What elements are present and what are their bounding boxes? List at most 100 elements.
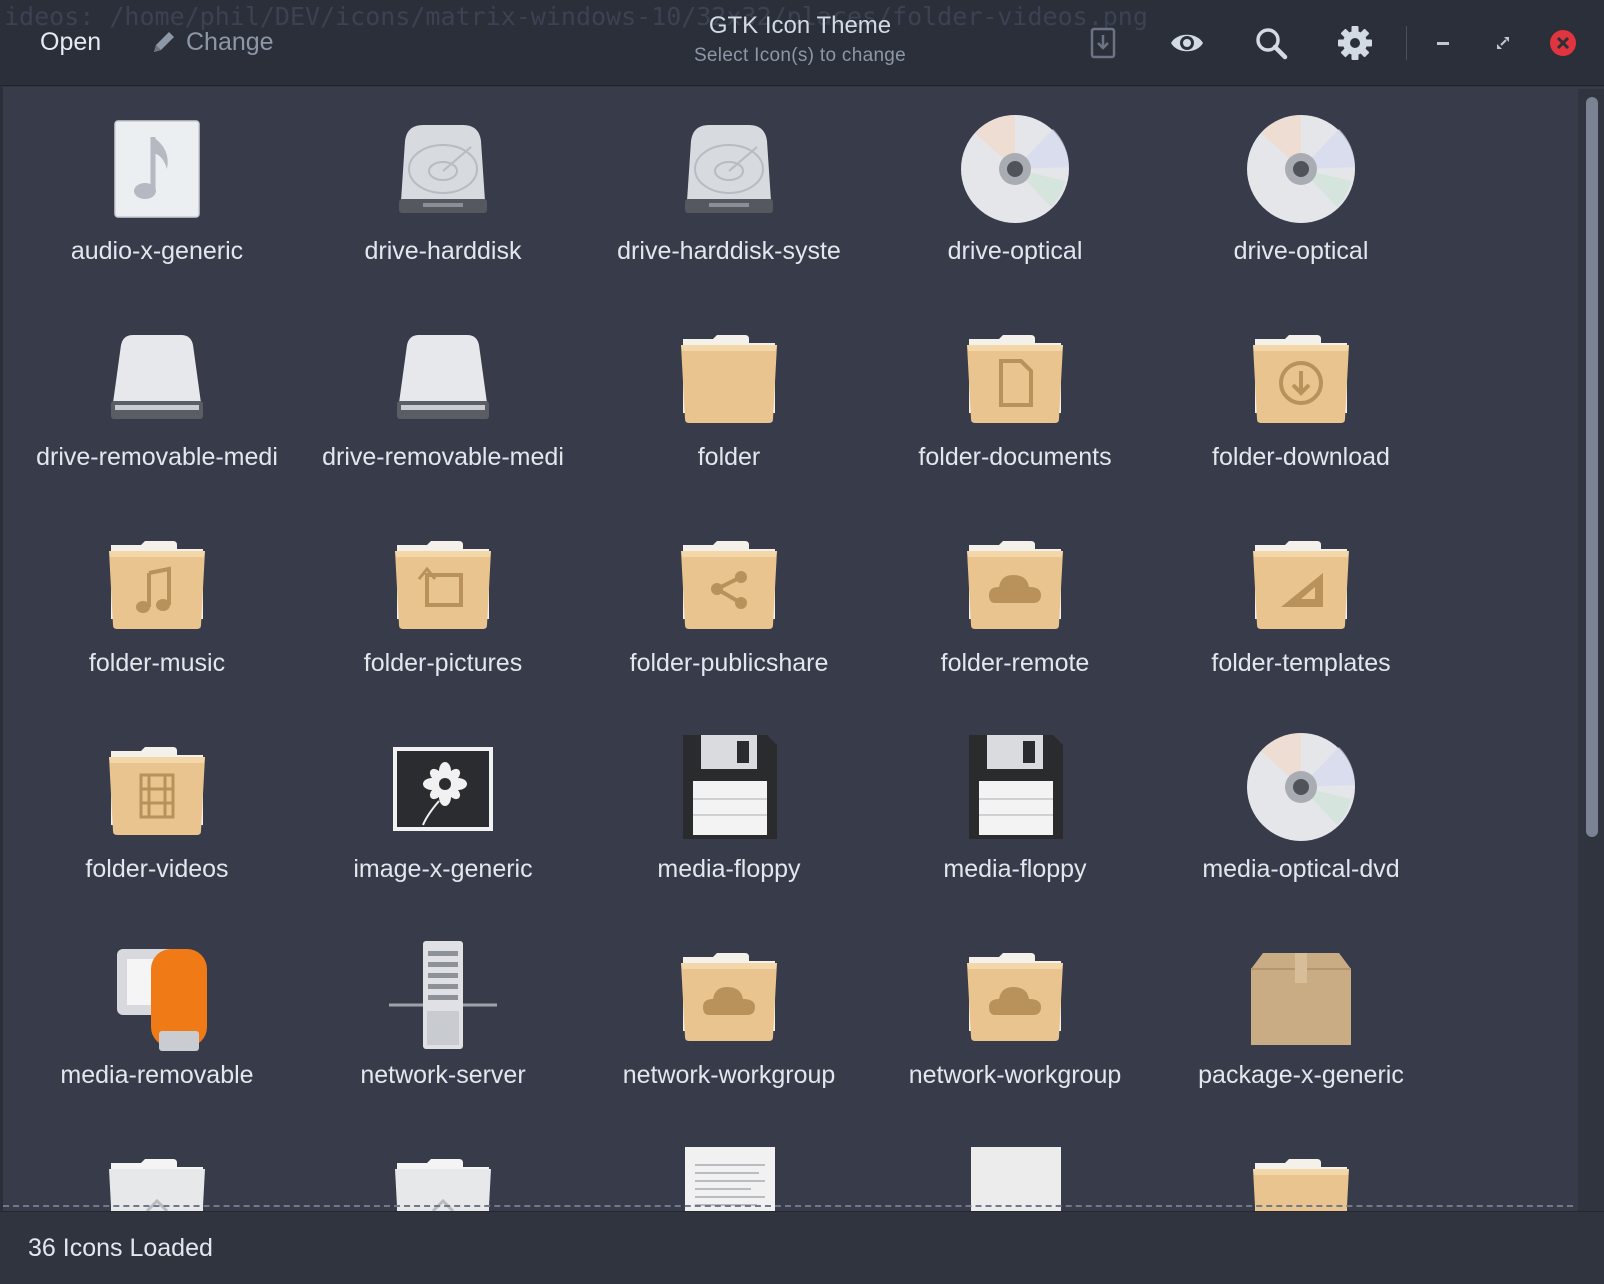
icon-tile[interactable]: drive-harddisk-syste xyxy=(583,111,875,317)
icon-tile[interactable]: folder-music xyxy=(11,523,303,729)
icon-label: folder-templates xyxy=(1211,649,1391,677)
icon-label: folder-videos xyxy=(85,855,229,883)
window-title-box: GTK Icon Theme Select Icon(s) to change xyxy=(600,12,1000,67)
icon-tile[interactable]: media-removable xyxy=(11,935,303,1141)
status-bar: 36 Icons Loaded xyxy=(0,1211,1604,1284)
icon-tile[interactable] xyxy=(297,1141,589,1211)
icon-tile[interactable]: folder-documents xyxy=(869,317,1161,523)
icon-label: drive-optical xyxy=(1233,237,1369,265)
icon-label: media-optical-dvd xyxy=(1202,855,1400,883)
icon-label: folder-remote xyxy=(940,649,1090,677)
pencil-icon xyxy=(154,32,174,52)
icon-label: folder-download xyxy=(1212,443,1390,471)
icon-tile[interactable]: drive-optical xyxy=(869,111,1161,317)
folder-icon xyxy=(669,317,789,437)
icon-tile[interactable]: media-floppy xyxy=(869,729,1161,935)
icon-tile[interactable]: drive-removable-medi xyxy=(297,317,589,523)
floppy-icon xyxy=(955,729,1075,849)
server-icon xyxy=(383,935,503,1055)
icon-tile[interactable]: folder-videos xyxy=(11,729,303,935)
icon-tile[interactable] xyxy=(11,1141,303,1211)
optical-icon xyxy=(1241,729,1361,849)
icon-tile[interactable] xyxy=(1155,1141,1447,1211)
text-doc-icon xyxy=(669,1141,789,1211)
toolbar-separator xyxy=(1406,26,1407,60)
change-label: Change xyxy=(186,27,274,56)
icon-tile[interactable] xyxy=(583,1141,875,1211)
folder-videos-icon xyxy=(97,729,217,849)
icon-label: drive-removable-medi xyxy=(322,443,564,471)
usb-icon xyxy=(97,935,217,1055)
icon-label: drive-removable-medi xyxy=(36,443,278,471)
gear-icon[interactable] xyxy=(1332,20,1378,66)
folder-white-icon xyxy=(383,1141,503,1211)
icon-tile[interactable]: network-workgroup xyxy=(869,935,1161,1141)
icon-tile[interactable]: folder-templates xyxy=(1155,523,1447,729)
icon-tile[interactable]: folder-publicshare xyxy=(583,523,875,729)
scrollbar[interactable] xyxy=(1578,89,1604,1211)
icon-tile[interactable]: network-workgroup xyxy=(583,935,875,1141)
folder-documents-icon xyxy=(955,317,1075,437)
icon-tile[interactable]: drive-removable-medi xyxy=(11,317,303,523)
window-title: GTK Icon Theme xyxy=(708,12,892,39)
folder-cloud-icon xyxy=(955,523,1075,643)
icon-label: drive-harddisk xyxy=(364,237,522,265)
image-icon xyxy=(383,729,503,849)
icon-tile[interactable]: media-floppy xyxy=(583,729,875,935)
download-icon[interactable] xyxy=(1080,20,1126,66)
folder-pictures-icon xyxy=(383,523,503,643)
icon-tile[interactable]: media-optical-dvd xyxy=(1155,729,1447,935)
icon-label: audio-x-generic xyxy=(70,237,244,265)
icon-label: media-floppy xyxy=(657,855,801,883)
optical-icon xyxy=(955,111,1075,231)
icon-label: folder-documents xyxy=(918,443,1112,471)
icon-label: package-x-generic xyxy=(1198,1061,1404,1089)
icon-label: folder xyxy=(697,443,761,471)
folder-music-icon xyxy=(97,523,217,643)
removable-drive-icon xyxy=(97,317,217,437)
icon-tile[interactable]: folder-remote xyxy=(869,523,1161,729)
icon-tile[interactable]: folder xyxy=(583,317,875,523)
window-subtitle: Select Icon(s) to change xyxy=(693,45,907,66)
folder-icon xyxy=(1241,1141,1361,1211)
icon-tile[interactable]: drive-harddisk xyxy=(297,111,589,317)
close-icon[interactable] xyxy=(1540,20,1586,66)
removable-drive-icon xyxy=(383,317,503,437)
header-bar: ideos: /home/phil/DEV/icons/matrix-windo… xyxy=(0,0,1604,86)
folder-download-icon xyxy=(1241,317,1361,437)
icon-tile[interactable] xyxy=(869,1141,1161,1211)
icon-label: folder-publicshare xyxy=(629,649,829,677)
icon-tile[interactable]: audio-x-generic xyxy=(11,111,303,317)
icon-label: network-workgroup xyxy=(908,1061,1122,1089)
icon-tile[interactable]: package-x-generic xyxy=(1155,935,1447,1141)
icon-label: drive-harddisk-syste xyxy=(617,237,841,265)
minimize-icon[interactable] xyxy=(1420,20,1466,66)
search-icon[interactable] xyxy=(1248,20,1294,66)
status-text: 36 Icons Loaded xyxy=(28,1234,213,1262)
floppy-icon xyxy=(669,729,789,849)
icon-label: folder-pictures xyxy=(363,649,523,677)
harddisk-icon xyxy=(383,111,503,231)
folder-share-icon xyxy=(669,523,789,643)
icon-label: network-server xyxy=(360,1061,526,1089)
icon-label: drive-optical xyxy=(947,237,1083,265)
icon-label: image-x-generic xyxy=(353,855,533,883)
icon-label: network-workgroup xyxy=(622,1061,836,1089)
icon-tile[interactable]: folder-download xyxy=(1155,317,1447,523)
view-clip-line xyxy=(3,1205,1573,1207)
scroll-thumb[interactable] xyxy=(1586,97,1598,837)
folder-cloud-icon xyxy=(669,935,789,1055)
icon-tile[interactable]: image-x-generic xyxy=(297,729,589,935)
change-button[interactable]: Change xyxy=(150,22,274,62)
icon-tile[interactable]: drive-optical xyxy=(1155,111,1447,317)
icon-tile[interactable]: folder-pictures xyxy=(297,523,589,729)
folder-white-icon xyxy=(97,1141,217,1211)
eye-icon[interactable] xyxy=(1164,20,1210,66)
package-icon xyxy=(1241,935,1361,1055)
icon-tile[interactable]: network-server xyxy=(297,935,589,1141)
open-button[interactable]: Open xyxy=(30,22,111,62)
icon-view: audio-x-generic drive-harddisk drive-har… xyxy=(0,87,1604,1211)
maximize-icon[interactable] xyxy=(1480,20,1526,66)
audio-icon xyxy=(97,111,217,231)
folder-cloud-icon xyxy=(955,935,1075,1055)
